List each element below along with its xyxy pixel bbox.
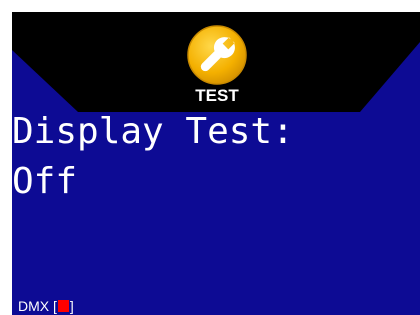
dmx-signal-indicator: [57, 300, 69, 312]
setting-value: Off: [12, 161, 78, 202]
dmx-open-bracket: [: [53, 298, 57, 314]
dmx-close-bracket: ]: [69, 298, 74, 314]
display-screen: TEST Display Test: Off DMX []: [12, 12, 420, 315]
mode-label: TEST: [195, 86, 239, 105]
dmx-label: DMX: [18, 298, 50, 314]
wrench-icon: [187, 25, 247, 85]
dmx-status: DMX []: [18, 298, 74, 314]
setting-name: Display Test:: [12, 111, 294, 152]
